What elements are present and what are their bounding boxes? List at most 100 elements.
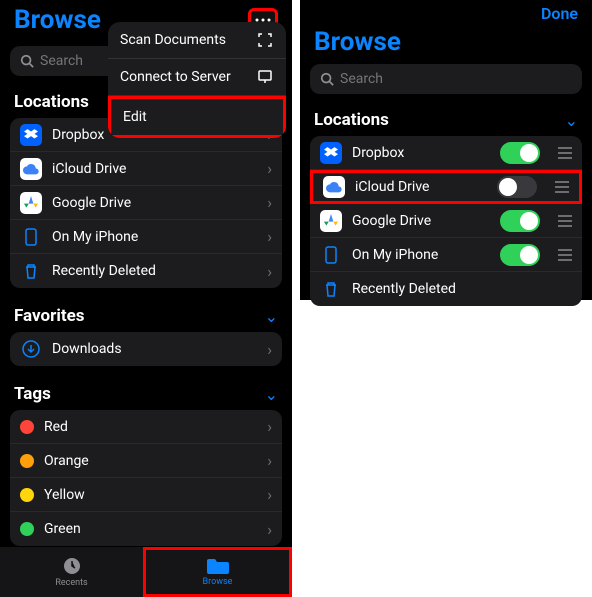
locations-header[interactable]: Locations ⌄: [300, 104, 592, 136]
tag-dot-icon: [20, 420, 34, 434]
row-label: Recently Deleted: [352, 281, 572, 297]
header-right: Browse: [300, 26, 592, 58]
location-row-iphone[interactable]: On My iPhone ›: [10, 220, 282, 254]
chevron-down-icon: ⌄: [565, 111, 578, 130]
search-field[interactable]: [310, 64, 582, 94]
section-title: Locations: [14, 92, 89, 112]
chevron-right-icon: ›: [267, 262, 272, 281]
search-input[interactable]: [340, 71, 572, 87]
row-label: iCloud Drive: [355, 179, 487, 195]
row-label: Downloads: [52, 341, 257, 357]
favorites-header[interactable]: Favorites ⌄: [0, 300, 292, 332]
row-label: Green: [44, 521, 257, 537]
server-icon: [256, 68, 274, 86]
chevron-right-icon: ›: [267, 520, 272, 539]
search-icon: [20, 54, 34, 68]
location-row-icloud[interactable]: iCloud Drive ›: [10, 152, 282, 186]
locations-list: Dropbox › iCloud Drive › Google Drive › …: [10, 118, 282, 288]
folder-icon: [207, 557, 229, 575]
tag-row-green[interactable]: Green ›: [10, 512, 282, 546]
favorite-row-downloads[interactable]: Downloads ›: [10, 332, 282, 366]
chevron-right-icon: ›: [267, 451, 272, 470]
reorder-grip-icon[interactable]: [555, 181, 569, 193]
menu-connect-server[interactable]: Connect to Server: [108, 59, 286, 96]
tag-row-yellow[interactable]: Yellow ›: [10, 478, 282, 512]
edit-row-icloud[interactable]: iCloud Drive: [310, 170, 582, 204]
tag-row-red[interactable]: Red ›: [10, 410, 282, 444]
tag-dot-icon: [20, 522, 34, 536]
toggle-dropbox[interactable]: [500, 142, 540, 164]
menu-label: Edit: [123, 109, 147, 125]
chevron-right-icon: ›: [267, 227, 272, 246]
reorder-grip-icon[interactable]: [558, 215, 572, 227]
context-menu: Scan Documents Connect to Server Edit: [108, 22, 286, 138]
tag-dot-icon: [20, 454, 34, 468]
toggle-icloud[interactable]: [497, 176, 537, 198]
icloud-icon: [20, 158, 42, 180]
dropbox-icon: [320, 142, 342, 164]
location-row-gdrive[interactable]: Google Drive ›: [10, 186, 282, 220]
edit-row-iphone[interactable]: On My iPhone: [310, 238, 582, 272]
tags-list: Red › Orange › Yellow › Green ›: [10, 410, 282, 546]
tab-label: Recents: [55, 578, 87, 588]
row-label: Red: [44, 419, 257, 435]
gdrive-icon: [320, 210, 342, 232]
reorder-grip-icon[interactable]: [558, 249, 572, 261]
chevron-down-icon: ⌄: [265, 307, 278, 326]
download-icon: [20, 338, 42, 360]
trash-icon: [320, 278, 342, 300]
header-right-top: Done: [300, 0, 592, 26]
gdrive-icon: [20, 192, 42, 214]
location-row-deleted[interactable]: Recently Deleted ›: [10, 254, 282, 288]
reorder-grip-icon[interactable]: [558, 147, 572, 159]
toggle-iphone[interactable]: [500, 244, 540, 266]
toggle-gdrive[interactable]: [500, 210, 540, 232]
row-label: Google Drive: [52, 195, 257, 211]
chevron-right-icon: ›: [267, 485, 272, 504]
iphone-icon: [20, 226, 42, 248]
menu-scan-documents[interactable]: Scan Documents: [108, 22, 286, 59]
row-label: iCloud Drive: [52, 161, 257, 177]
phone-right: Done Browse Locations ⌄ Dropbox iCloud D…: [300, 0, 592, 300]
chevron-right-icon: ›: [267, 417, 272, 436]
tab-label: Browse: [203, 577, 233, 587]
row-label: Yellow: [44, 487, 257, 503]
chevron-right-icon: ›: [267, 340, 272, 359]
row-label: Orange: [44, 453, 257, 469]
search-icon: [320, 72, 334, 86]
menu-label: Scan Documents: [120, 32, 226, 48]
section-title: Tags: [14, 384, 51, 404]
done-button[interactable]: Done: [541, 4, 578, 23]
page-title: Browse: [314, 27, 401, 57]
page-title: Browse: [14, 5, 101, 35]
edit-row-deleted[interactable]: Recently Deleted: [310, 272, 582, 306]
tags-header[interactable]: Tags ⌄: [0, 378, 292, 410]
section-title: Locations: [314, 110, 389, 130]
tab-browse[interactable]: Browse: [143, 547, 292, 597]
edit-row-gdrive[interactable]: Google Drive: [310, 204, 582, 238]
menu-edit[interactable]: Edit: [108, 96, 286, 138]
tab-bar: Recents Browse: [0, 547, 292, 597]
tag-dot-icon: [20, 488, 34, 502]
menu-label: Connect to Server: [120, 69, 231, 85]
section-title: Favorites: [14, 306, 85, 326]
chevron-down-icon: ⌄: [265, 385, 278, 404]
scan-icon: [256, 31, 274, 49]
iphone-icon: [320, 244, 342, 266]
favorites-list: Downloads ›: [10, 332, 282, 366]
trash-icon: [20, 260, 42, 282]
row-label: On My iPhone: [352, 247, 490, 263]
phone-left: Browse Locations Dropbox › iCloud Drive …: [0, 0, 292, 597]
clock-icon: [62, 556, 82, 576]
row-label: Google Drive: [352, 213, 490, 229]
tag-row-orange[interactable]: Orange ›: [10, 444, 282, 478]
row-label: Dropbox: [352, 145, 490, 161]
locations-edit-list: Dropbox iCloud Drive Google Drive On My …: [310, 136, 582, 306]
edit-row-dropbox[interactable]: Dropbox: [310, 136, 582, 170]
chevron-right-icon: ›: [267, 159, 272, 178]
tab-recents[interactable]: Recents: [0, 547, 143, 597]
dropbox-icon: [20, 124, 42, 146]
chevron-right-icon: ›: [267, 193, 272, 212]
row-label: On My iPhone: [52, 229, 257, 245]
row-label: Recently Deleted: [52, 263, 257, 279]
